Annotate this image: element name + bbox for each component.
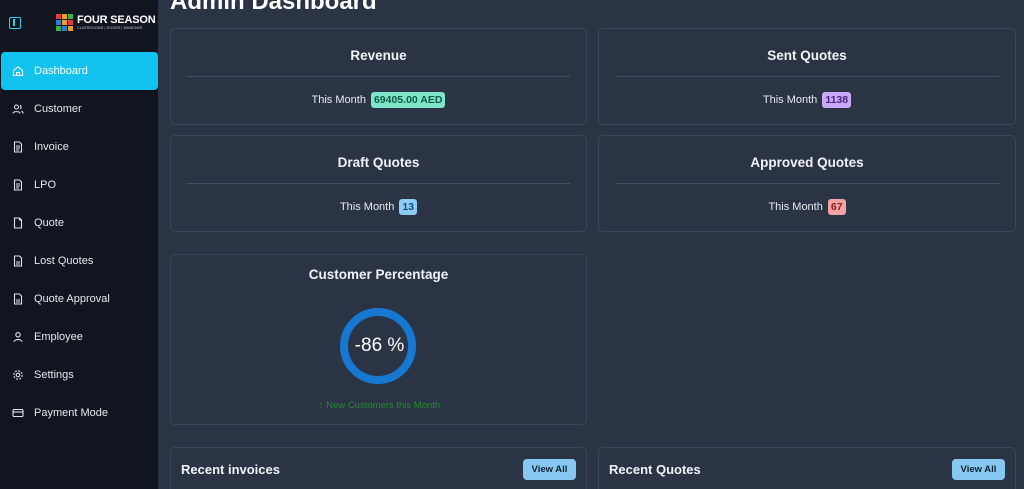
- sidebar: FOUR SEASON CLASSROOMS | DOORS | WINDOWS…: [0, 0, 158, 489]
- draft-quotes-badge: 13: [399, 199, 418, 215]
- document-icon: [12, 141, 24, 153]
- users-icon: [12, 103, 24, 115]
- file-icon: [12, 217, 24, 229]
- revenue-badge: 69405.00 AED: [370, 92, 446, 108]
- card-title: Sent Quotes: [767, 48, 847, 63]
- sidebar-item-label: LPO: [34, 179, 57, 191]
- view-all-quotes-button[interactable]: View All: [952, 459, 1005, 480]
- sidebar-item-lpo[interactable]: LPO: [1, 166, 158, 204]
- customer-percentage-card: Customer Percentage -86 % ↑ New Customer…: [170, 254, 587, 425]
- file-text-icon: [12, 255, 24, 267]
- credit-card-icon: [12, 407, 24, 419]
- sidebar-item-label: Employee: [34, 331, 83, 343]
- sidebar-item-invoice[interactable]: Invoice: [1, 128, 158, 166]
- sent-quotes-badge: 1138: [822, 92, 852, 108]
- sidebar-item-label: Quote Approval: [34, 293, 110, 305]
- card-title: Draft Quotes: [337, 155, 420, 170]
- new-customers-subtext: New Customers this Month: [326, 400, 441, 411]
- card-divider: [615, 183, 999, 184]
- gear-icon: [12, 369, 24, 381]
- card-divider: [615, 76, 999, 77]
- logo: FOUR SEASON CLASSROOMS | DOORS | WINDOWS: [56, 14, 156, 31]
- draft-quotes-card: Draft Quotes This Month 13: [170, 135, 587, 232]
- page-title: Admin Dashboard: [170, 0, 377, 15]
- sidebar-item-quote-approval[interactable]: Quote Approval: [1, 280, 158, 318]
- sidebar-item-quote[interactable]: Quote: [1, 204, 158, 242]
- sidebar-item-lost-quotes[interactable]: Lost Quotes: [1, 242, 158, 280]
- recent-invoices-title: Recent invoices: [181, 462, 280, 477]
- file-text-icon: [12, 293, 24, 305]
- sidebar-item-label: Dashboard: [34, 65, 88, 77]
- sidebar-item-customer[interactable]: Customer: [1, 90, 158, 128]
- sidebar-item-label: Settings: [34, 369, 74, 381]
- sidebar-item-label: Quote: [34, 217, 64, 229]
- view-all-invoices-button[interactable]: View All: [523, 459, 576, 480]
- sidebar-item-label: Lost Quotes: [34, 255, 94, 267]
- card-divider: [187, 76, 570, 77]
- recent-quotes-title: Recent Quotes: [609, 462, 701, 477]
- sidebar-nav: Dashboard Customer Invoice LPO Quote Los…: [0, 52, 158, 432]
- sidebar-item-label: Payment Mode: [34, 407, 108, 419]
- user-icon: [12, 331, 24, 343]
- logo-title: FOUR SEASON: [77, 14, 156, 26]
- revenue-card: Revenue This Month 69405.00 AED: [170, 28, 587, 125]
- arrow-up-icon: ↑: [318, 400, 324, 411]
- sidebar-item-payment-mode[interactable]: Payment Mode: [1, 394, 158, 432]
- period-label: This Month: [762, 94, 818, 106]
- approved-quotes-badge: 67: [827, 199, 846, 215]
- document-icon: [12, 179, 24, 191]
- period-label: This Month: [339, 201, 395, 213]
- sidebar-item-settings[interactable]: Settings: [1, 356, 158, 394]
- logo-subtitle: CLASSROOMS | DOORS | WINDOWS: [77, 26, 143, 30]
- customer-percentage-value: -86 %: [354, 335, 405, 356]
- sidebar-item-dashboard[interactable]: Dashboard: [1, 52, 158, 90]
- sidebar-item-employee[interactable]: Employee: [1, 318, 158, 356]
- sidebar-item-label: Invoice: [34, 141, 69, 153]
- home-icon: [12, 65, 24, 77]
- period-label: This Month: [768, 201, 823, 213]
- sidebar-item-label: Customer: [34, 103, 82, 115]
- period-label: This Month: [311, 94, 366, 106]
- approved-quotes-card: Approved Quotes This Month 67: [598, 135, 1016, 232]
- recent-quotes-card: Recent Quotes View All: [598, 447, 1016, 489]
- sent-quotes-card: Sent Quotes This Month 1138: [598, 28, 1016, 125]
- card-divider: [187, 183, 570, 184]
- card-title: Revenue: [350, 48, 407, 63]
- logo-mark-icon: [56, 14, 73, 31]
- card-title: Approved Quotes: [750, 155, 864, 170]
- recent-invoices-card: Recent invoices View All: [170, 447, 587, 489]
- sidebar-toggle-icon[interactable]: [9, 17, 21, 29]
